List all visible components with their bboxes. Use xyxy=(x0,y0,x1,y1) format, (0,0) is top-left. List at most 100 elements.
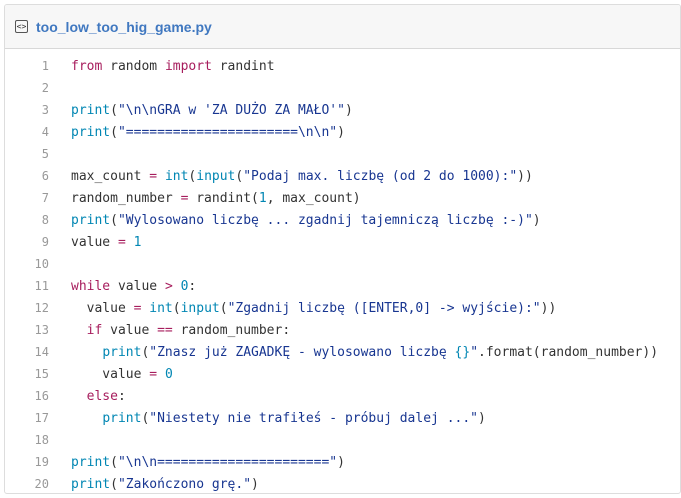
code-line: 6 max_count = int(input("Podaj max. liczb… xyxy=(5,165,680,187)
code-token: " xyxy=(470,344,479,360)
line-number[interactable]: 16 xyxy=(5,389,71,403)
code-file-box: <> too_low_too_hig_game.py 1 from random … xyxy=(4,4,681,494)
code-token: random xyxy=(102,58,165,74)
code-token: .format(random_number)) xyxy=(478,344,659,360)
line-number[interactable]: 12 xyxy=(5,301,71,315)
code-token: ( xyxy=(110,124,118,140)
line-number[interactable]: 18 xyxy=(5,433,71,447)
code-token: int xyxy=(164,168,189,184)
code-line: 20 print("Zakończono grę.") xyxy=(5,473,680,493)
code-token: from xyxy=(71,58,103,74)
code-token: ) xyxy=(478,410,486,426)
code-token: value xyxy=(71,366,150,382)
code-line: 4 print("======================\n\n") xyxy=(5,121,680,143)
line-number[interactable]: 4 xyxy=(5,125,71,139)
code-token: "\n\n======================" xyxy=(117,454,338,470)
line-number[interactable]: 15 xyxy=(5,367,71,381)
code-token: ) xyxy=(532,212,541,228)
code-token: == xyxy=(157,322,173,338)
code-line: 2 xyxy=(5,77,680,99)
line-number[interactable]: 10 xyxy=(5,257,71,271)
line-number[interactable]: 17 xyxy=(5,411,71,425)
code-token: : xyxy=(188,278,197,294)
code-text: value = 1 xyxy=(71,235,141,250)
code-token: ) xyxy=(337,124,345,140)
code-line: 17 print("Niestety nie trafiłeś - próbuj… xyxy=(5,407,680,429)
code-text: while value > 0: xyxy=(71,279,196,294)
code-token: while xyxy=(71,278,111,294)
code-token: 1 xyxy=(133,234,142,250)
line-number[interactable]: 2 xyxy=(5,81,71,95)
code-line: 18 xyxy=(5,429,680,451)
code-token: = xyxy=(149,366,158,382)
code-token: ( xyxy=(110,454,118,470)
code-token: ( xyxy=(110,476,118,492)
code-token: ( xyxy=(110,102,118,118)
code-line: 5 xyxy=(5,143,680,165)
code-token: "Zgadnij liczbę ([ENTER,0] -> wyjście):" xyxy=(227,300,541,316)
code-token: value xyxy=(71,300,134,316)
line-number[interactable]: 14 xyxy=(5,345,71,359)
code-text: max_count = int(input("Podaj max. liczbę… xyxy=(71,169,533,184)
file-header: <> too_low_too_hig_game.py xyxy=(5,5,680,49)
line-number[interactable]: 1 xyxy=(5,59,71,73)
code-token: input xyxy=(196,168,236,184)
code-token: "Podaj max. liczbę (od 2 do 1000):" xyxy=(243,168,518,184)
code-token: max_count xyxy=(71,168,150,184)
code-token: "Znasz już ZAGADKĘ - wylosowano liczbę xyxy=(149,344,455,360)
code-token: random_number xyxy=(71,190,181,206)
code-token: "======================\n\n" xyxy=(117,124,338,140)
code-token: import xyxy=(164,58,212,74)
code-token: print xyxy=(71,476,111,492)
code-text: print("\n\nGRA w 'ZA DUŻO ZA MAŁO'") xyxy=(71,103,353,118)
line-number[interactable]: 19 xyxy=(5,455,71,469)
code-line: 16 else: xyxy=(5,385,680,407)
code-token: value xyxy=(102,322,158,338)
code-token: print xyxy=(71,124,111,140)
code-text: if value == random_number: xyxy=(71,322,291,338)
code-line: 7 random_number = randint(1, max_count) xyxy=(5,187,680,209)
code-line: 11 while value > 0: xyxy=(5,275,680,297)
code-text: print("======================\n\n") xyxy=(71,125,345,140)
code-text: else: xyxy=(71,389,126,404)
code-text: value = 0 xyxy=(71,366,172,382)
code-text: value = int(input("Zgadnij liczbę ([ENTE… xyxy=(71,300,557,316)
code-file-icon: <> xyxy=(15,20,28,33)
code-token: ( xyxy=(172,300,181,316)
line-number[interactable]: 6 xyxy=(5,169,71,183)
code-text: print("Niestety nie trafiłeś - próbuj da… xyxy=(71,411,486,426)
line-number[interactable]: 7 xyxy=(5,191,71,205)
code-text: print("\n\n======================") xyxy=(71,455,345,470)
code-token: = xyxy=(149,168,158,184)
code-token: else xyxy=(86,388,118,404)
line-number[interactable]: 20 xyxy=(5,477,71,491)
code-text: print("Wylosowano liczbę ... zgadnij taj… xyxy=(71,213,541,228)
code-line: 9 value = 1 xyxy=(5,231,680,253)
code-token: print xyxy=(102,410,142,426)
code-token: > xyxy=(164,278,173,294)
code-token: , max_count) xyxy=(266,190,361,206)
code-token: )) xyxy=(540,300,557,316)
code-text: from random import randint xyxy=(71,59,275,74)
code-text: print("Zakończono grę.") xyxy=(71,477,259,492)
line-number[interactable]: 8 xyxy=(5,213,71,227)
code-line: 10 xyxy=(5,253,680,275)
code-token: : xyxy=(117,388,126,404)
code-token: 1 xyxy=(258,190,267,206)
code-token: ( xyxy=(219,300,228,316)
code-token: print xyxy=(102,344,142,360)
line-number[interactable]: 11 xyxy=(5,279,71,293)
code-line: 14 print("Znasz już ZAGADKĘ - wylosowano… xyxy=(5,341,680,363)
line-number[interactable]: 3 xyxy=(5,103,71,117)
file-name-link[interactable]: too_low_too_hig_game.py xyxy=(36,19,212,35)
line-number[interactable]: 9 xyxy=(5,235,71,249)
code-token: randint( xyxy=(188,190,259,206)
line-number[interactable]: 5 xyxy=(5,147,71,161)
code-token: "Wylosowano liczbę ... zgadnij tajemnicz… xyxy=(117,212,533,228)
code-line: 1 from random import randint xyxy=(5,55,680,77)
line-number[interactable]: 13 xyxy=(5,323,71,337)
